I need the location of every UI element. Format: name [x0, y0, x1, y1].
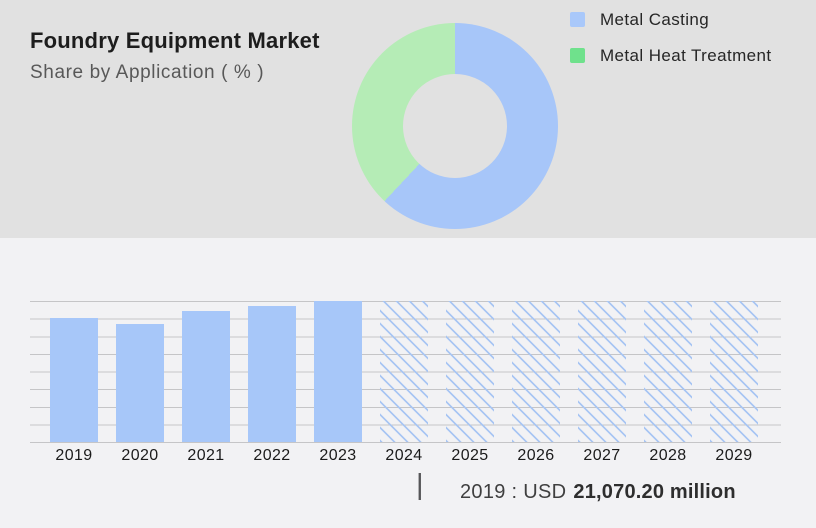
header-panel: Foundry Equipment Market Share by Applic… — [0, 0, 816, 238]
legend-label: Metal Casting — [600, 9, 710, 29]
legend-swatch-icon — [570, 48, 585, 63]
legend-label: Metal Heat Treatment — [600, 45, 772, 65]
infographic-page: Foundry Equipment Market Share by Applic… — [0, 0, 816, 528]
footer-separator: | — [416, 469, 424, 501]
market-value-line: 2019 : USD 21,070.20 million — [460, 481, 736, 504]
legend-item-metal-casting: Metal Casting — [570, 9, 771, 29]
donut-chart — [352, 23, 558, 229]
chart-gridlines — [30, 301, 781, 443]
donut-hole — [403, 74, 507, 178]
legend-item-metal-heat-treatment: Metal Heat Treatment — [570, 45, 772, 65]
market-value-amount: 21,070.20 million — [573, 481, 736, 503]
legend-swatch-icon — [570, 12, 585, 27]
page-subtitle: Share by Application ( % ) — [30, 62, 265, 83]
market-value-prefix: 2019 : USD — [460, 481, 567, 503]
page-title: Foundry Equipment Market — [30, 28, 320, 53]
legend: Metal Casting Metal Heat Treatment — [570, 9, 772, 65]
title-block: Foundry Equipment Market Share by Applic… — [30, 28, 320, 84]
